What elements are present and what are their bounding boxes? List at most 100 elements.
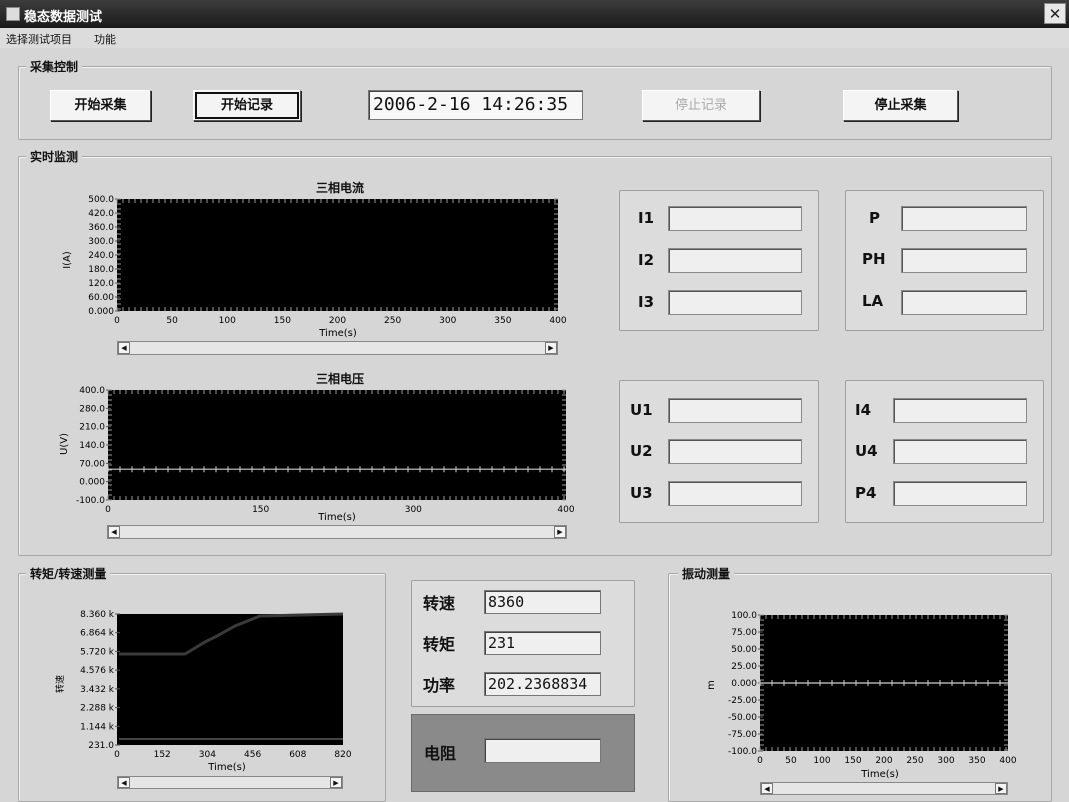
voltage-chart-scrollbar[interactable]: ◀ ▶ [107, 525, 567, 539]
current-chart: 500.0 420.0 360.0 300.0 240.0 180.0 120.0 60.00… [62, 195, 567, 339]
current-ylabel: I(A) [62, 251, 73, 269]
y-tick-label: 1.144 k [80, 722, 115, 732]
y-tick-label: -25.00 [728, 696, 757, 706]
x-tick-label: 350 [494, 316, 511, 326]
y-tick-label: 280.0 [79, 404, 105, 414]
ph-field [901, 248, 1027, 273]
u2-field [668, 439, 802, 464]
y-tick-label: 231.0 [88, 741, 114, 751]
x-tick-label: 820 [334, 750, 351, 760]
x-tick-label: 100 [219, 316, 236, 326]
la-field [901, 290, 1027, 315]
x-tick-label: 300 [937, 756, 954, 766]
voltage-plot-area [108, 390, 566, 500]
x-tick-label: 456 [244, 750, 261, 760]
vibration-group-label: 振动测量 [678, 565, 735, 582]
speed-chart-scrollbar[interactable]: ◀ ▶ [117, 776, 343, 789]
y-tick-label: 4.576 k [80, 666, 115, 676]
title-bar: 稳态数据测试 ✕ [0, 0, 1069, 28]
monitor-group-label: 实时监测 [26, 148, 83, 165]
x-tick-label: 250 [384, 316, 401, 326]
current-chart-scrollbar[interactable]: ◀ ▶ [117, 341, 558, 355]
x-tick-label: 0 [114, 750, 120, 760]
x-tick-label: 400 [999, 756, 1016, 766]
scroll-right-arrow[interactable]: ▶ [995, 783, 1007, 794]
i3-field [668, 290, 802, 315]
y-tick-label: 180.0 [88, 265, 114, 275]
stop-record-button[interactable]: 停止记录 [642, 90, 760, 121]
vibration-chart-scrollbar[interactable]: ◀ ▶ [760, 782, 1008, 795]
torque-label: 转矩 [423, 635, 456, 654]
x-tick-label: 200 [875, 756, 892, 766]
scroll-left-arrow[interactable]: ◀ [118, 777, 130, 788]
p-label: P [869, 209, 880, 227]
y-tick-label: 0.000 [731, 679, 757, 689]
voltage-xlabel: Time(s) [317, 512, 356, 523]
stop-acquire-button[interactable]: 停止采集 [843, 90, 958, 121]
y-tick-label: 70.00 [79, 459, 105, 469]
y-tick-label: 420.0 [88, 209, 114, 219]
scroll-right-arrow[interactable]: ▶ [330, 777, 342, 788]
menu-select-test-item[interactable]: 选择测试项目 [6, 31, 72, 47]
acquisition-group-label: 采集控制 [26, 58, 83, 75]
x-tick-label: 0 [105, 505, 111, 515]
y-tick-label: -75.00 [728, 730, 757, 740]
menu-function[interactable]: 功能 [94, 31, 116, 47]
scroll-left-arrow[interactable]: ◀ [108, 526, 120, 538]
y-tick-label: 240.0 [88, 251, 114, 261]
x-tick-label: 150 [252, 505, 269, 515]
x-tick-label: 150 [274, 316, 291, 326]
x-tick-label: 400 [557, 505, 574, 515]
p4-field [893, 481, 1027, 506]
y-tick-label: 2.288 k [80, 704, 115, 714]
x-tick-label: 50 [785, 756, 797, 766]
window-title: 稳态数据测试 [24, 10, 103, 25]
power-value: 202.2368834 [484, 672, 601, 696]
u3-field [668, 481, 802, 506]
y-tick-label: 500.0 [88, 195, 114, 205]
i4-field [893, 398, 1027, 423]
x-tick-label: 150 [844, 756, 861, 766]
y-tick-label: 0.000 [88, 307, 114, 317]
p4-label: P4 [855, 484, 877, 502]
speed-label: 转速 [423, 594, 456, 613]
resistance-label: 电阻 [424, 744, 457, 763]
i2-label: I2 [638, 251, 655, 269]
y-tick-label: 25.00 [731, 662, 757, 672]
start-record-button[interactable]: 开始记录 [193, 90, 301, 121]
voltage-chart: 400.0 280.0 210.0 140.0 70.00 0.000 -100.0 0 15… [59, 386, 575, 523]
i2-field [668, 248, 802, 273]
start-acquire-button[interactable]: 开始采集 [50, 90, 151, 121]
y-tick-label: 5.720 k [80, 647, 115, 657]
y-tick-label: 0.000 [79, 478, 105, 488]
resistance-value [484, 738, 601, 763]
i1-field [668, 206, 802, 231]
speed-chart: 8.360 k 6.864 k 5.720 k 4.576 k 3.432 k 2.288… [55, 610, 352, 773]
speed-ylabel: 转速 [55, 675, 66, 693]
scroll-right-arrow[interactable]: ▶ [545, 342, 557, 354]
x-tick-label: 152 [154, 750, 171, 760]
x-tick-label: 300 [439, 316, 456, 326]
y-tick-label: -100.0 [76, 496, 105, 506]
close-button[interactable]: ✕ [1044, 3, 1066, 24]
i4-label: I4 [855, 401, 872, 419]
x-tick-label: 300 [405, 505, 422, 515]
scroll-left-arrow[interactable]: ◀ [761, 783, 773, 794]
y-tick-label: 300.0 [88, 237, 114, 247]
y-tick-label: 75.00 [731, 628, 757, 638]
scroll-left-arrow[interactable]: ◀ [118, 342, 130, 354]
vibration-chart: 100.0 75.00 50.00 25.00 0.000 -25.00 -50.00 -75… [706, 611, 1017, 780]
y-tick-label: 400.0 [79, 386, 105, 396]
datetime-display: 2006-2-16 14:26:35 [368, 90, 583, 120]
i1-label: I1 [638, 209, 655, 227]
y-tick-label: 100.0 [731, 611, 757, 621]
vibration-xlabel: Time(s) [860, 769, 899, 780]
u1-label: U1 [630, 401, 653, 419]
torque-value: 231 [484, 631, 601, 655]
la-label: LA [862, 292, 884, 310]
y-tick-label: 360.0 [88, 223, 114, 233]
x-tick-label: 0 [114, 316, 120, 326]
scroll-right-arrow[interactable]: ▶ [554, 526, 566, 538]
y-tick-label: -50.00 [728, 713, 757, 723]
x-tick-label: 200 [329, 316, 346, 326]
